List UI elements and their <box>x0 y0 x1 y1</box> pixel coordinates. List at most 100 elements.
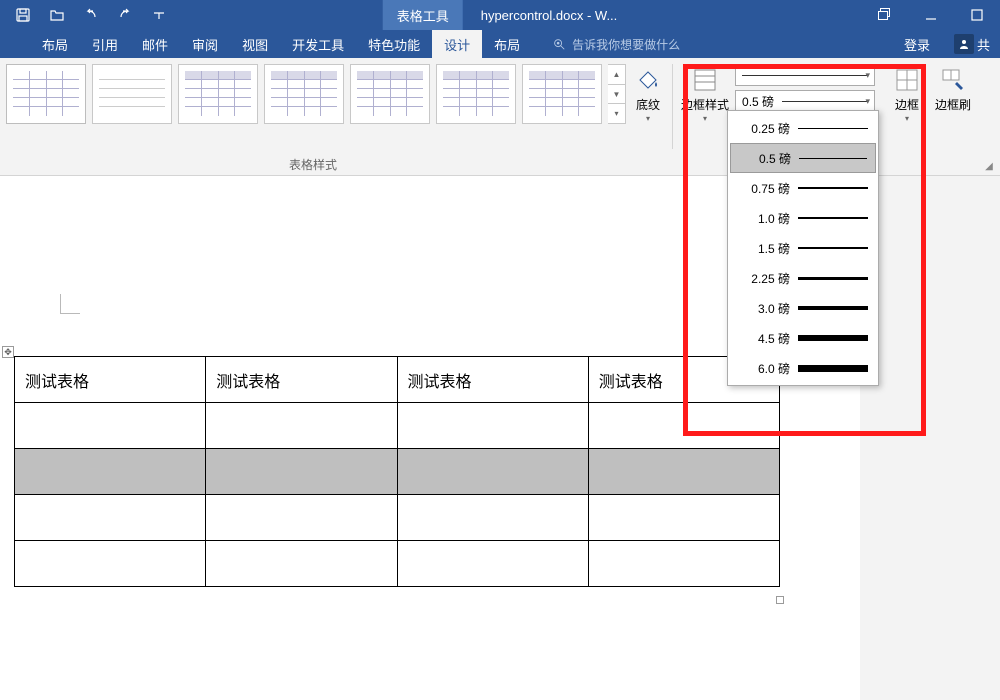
table-cell[interactable] <box>397 541 588 587</box>
table-style-thumb[interactable] <box>92 64 172 124</box>
border-painter-icon <box>937 64 969 96</box>
tab-design[interactable]: 设计 <box>432 30 482 58</box>
bucket-icon <box>632 64 664 96</box>
table-cell[interactable] <box>397 495 588 541</box>
table-move-handle[interactable]: ✥ <box>2 346 14 358</box>
pen-weight-option-label: 3.0 磅 <box>738 300 790 317</box>
pen-weight-option-label: 0.5 磅 <box>739 150 791 167</box>
table-style-thumb[interactable] <box>436 64 516 124</box>
table-cell[interactable] <box>206 403 397 449</box>
table-style-thumb[interactable] <box>350 64 430 124</box>
table-row[interactable]: 测试表格测试表格测试表格测试表格 <box>15 357 780 403</box>
context-tab-table-tools: 表格工具 <box>383 0 463 30</box>
pen-weight-option-line <box>799 158 867 159</box>
borders-icon <box>891 64 923 96</box>
shading-button[interactable]: 底纹 ▾ <box>626 58 670 150</box>
chevron-down-icon: ▾ <box>703 114 707 123</box>
table-cell[interactable] <box>588 495 779 541</box>
pen-weight-list: 0.25 磅 0.5 磅 0.75 磅 1.0 磅 1.5 磅 2.25 磅 3.0 磅 4.… <box>727 110 879 386</box>
table-style-thumb[interactable] <box>6 64 86 124</box>
table-cell[interactable]: 测试表格 <box>397 357 588 403</box>
pen-weight-option-label: 6.0 磅 <box>738 360 790 377</box>
table-style-thumb[interactable] <box>178 64 258 124</box>
table-cell[interactable] <box>15 541 206 587</box>
login-link[interactable]: 登录 <box>894 30 940 58</box>
table-row[interactable] <box>15 449 780 495</box>
table-styles-group: ▲▼▾ 表格样式 <box>0 58 626 175</box>
table-style-thumb[interactable] <box>522 64 602 124</box>
pen-weight-option[interactable]: 3.0 磅 <box>730 293 876 323</box>
tab-special[interactable]: 特色功能 <box>356 30 432 58</box>
borders-button[interactable]: 边框 ▾ <box>885 58 929 150</box>
table-cell[interactable] <box>206 449 397 495</box>
pen-weight-option-label: 4.5 磅 <box>738 330 790 347</box>
share-button[interactable]: 共 <box>940 30 1000 58</box>
table-row[interactable] <box>15 495 780 541</box>
table-style-thumb[interactable] <box>264 64 344 124</box>
pen-weight-option-label: 2.25 磅 <box>738 270 790 287</box>
pen-weight-option[interactable]: 1.0 磅 <box>730 203 876 233</box>
table-resize-handle[interactable] <box>776 596 784 604</box>
table-styles-gallery[interactable] <box>0 58 608 124</box>
border-style-button[interactable]: 边框样式 ▾ <box>675 58 735 150</box>
title-bar: 表格工具 hypercontrol.docx - W... <box>0 0 1000 30</box>
document-table[interactable]: 测试表格测试表格测试表格测试表格 <box>14 356 780 587</box>
undo-button[interactable] <box>74 0 108 30</box>
share-icon <box>954 34 974 54</box>
ribbon-tabs: 布局 引用 邮件 审阅 视图 开发工具 特色功能 设计 布局 告诉我你想要做什么… <box>0 30 1000 58</box>
border-painter-button[interactable]: 边框刷 <box>929 58 977 150</box>
quick-access-toolbar <box>0 0 176 30</box>
tab-layout-1[interactable]: 布局 <box>30 30 80 58</box>
tab-view[interactable]: 视图 <box>230 30 280 58</box>
table-cell[interactable]: 测试表格 <box>206 357 397 403</box>
chevron-down-icon: ▾ <box>905 114 909 123</box>
minimize-button[interactable] <box>908 0 954 30</box>
tell-me-search[interactable]: 告诉我你想要做什么 <box>552 36 680 53</box>
tab-developer[interactable]: 开发工具 <box>280 30 356 58</box>
tab-review[interactable]: 审阅 <box>180 30 230 58</box>
pen-weight-option[interactable]: 6.0 磅 <box>730 353 876 383</box>
save-button[interactable] <box>6 0 40 30</box>
table-cell[interactable] <box>588 449 779 495</box>
open-button[interactable] <box>40 0 74 30</box>
table-cell[interactable] <box>588 541 779 587</box>
ribbon-display-options[interactable] <box>862 0 908 30</box>
pen-weight-option[interactable]: 0.25 磅 <box>730 113 876 143</box>
pen-weight-option[interactable]: 4.5 磅 <box>730 323 876 353</box>
tab-mailings[interactable]: 邮件 <box>130 30 180 58</box>
table-row[interactable] <box>15 403 780 449</box>
scroll-gutter <box>860 176 1000 700</box>
pen-weight-option-line <box>798 247 868 249</box>
document-title: hypercontrol.docx - W... <box>463 8 618 23</box>
tell-me-placeholder: 告诉我你想要做什么 <box>572 36 680 53</box>
pen-weight-option-label: 1.5 磅 <box>738 240 790 257</box>
table-cell[interactable] <box>588 403 779 449</box>
redo-button[interactable] <box>108 0 142 30</box>
table-cell[interactable] <box>15 449 206 495</box>
table-cell[interactable] <box>206 495 397 541</box>
table-cell[interactable] <box>397 449 588 495</box>
dialog-launcher[interactable]: ◢ <box>982 159 996 173</box>
pen-weight-dropdown[interactable]: 0.5 磅 <box>735 90 875 112</box>
pen-weight-option[interactable]: 0.75 磅 <box>730 173 876 203</box>
table-cell[interactable] <box>206 541 397 587</box>
table-cell[interactable]: 测试表格 <box>15 357 206 403</box>
pen-weight-option[interactable]: 2.25 磅 <box>730 263 876 293</box>
pen-style-dropdown[interactable] <box>735 64 875 86</box>
table-cell[interactable] <box>397 403 588 449</box>
pen-weight-option[interactable]: 1.5 磅 <box>730 233 876 263</box>
pen-weight-option-label: 0.75 磅 <box>738 180 790 197</box>
pen-weight-option-line <box>798 277 868 280</box>
pen-weight-option[interactable]: 0.5 磅 <box>730 143 876 173</box>
qat-customize-button[interactable] <box>142 0 176 30</box>
table-cell[interactable] <box>15 495 206 541</box>
border-style-icon <box>689 64 721 96</box>
table-row[interactable] <box>15 541 780 587</box>
group-label-table-styles: 表格样式 <box>0 152 626 175</box>
pen-weight-option-line <box>798 217 868 219</box>
table-styles-more-button[interactable]: ▲▼▾ <box>608 64 626 124</box>
maximize-button[interactable] <box>954 0 1000 30</box>
tab-layout-2[interactable]: 布局 <box>482 30 532 58</box>
table-cell[interactable] <box>15 403 206 449</box>
tab-references[interactable]: 引用 <box>80 30 130 58</box>
